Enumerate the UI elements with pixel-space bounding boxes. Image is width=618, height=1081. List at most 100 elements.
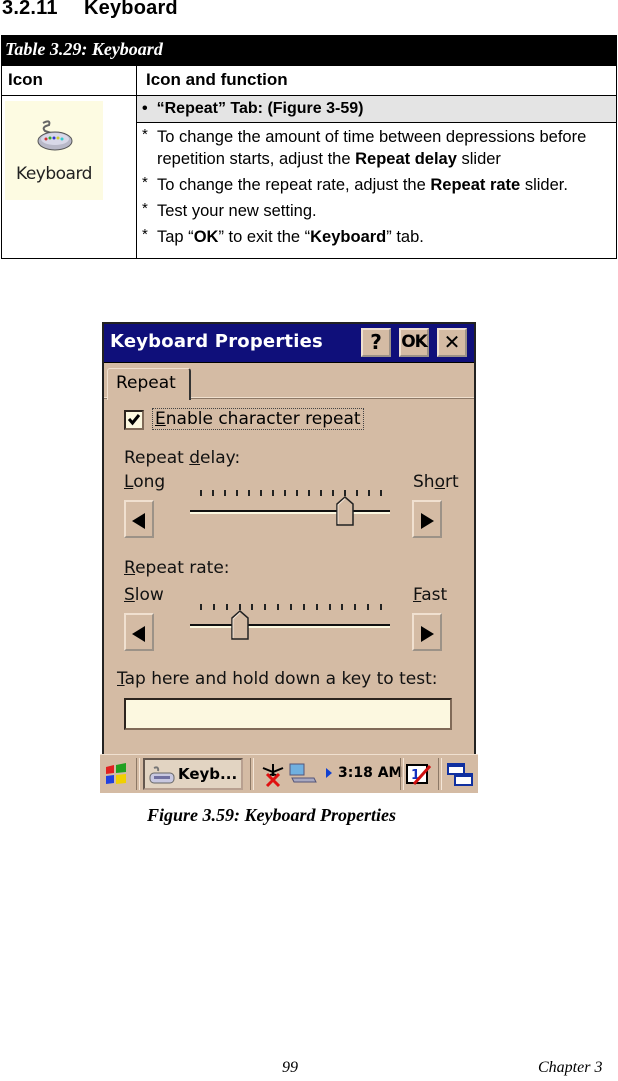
keyboard-table: Table 3.29: Keyboard Icon Icon and funct… [1,35,617,259]
taskbar-separator [136,758,140,790]
step-marker: * [142,226,148,243]
slider-tick [284,490,286,496]
taskbar-keyboard-task[interactable]: Keyb... [143,758,243,790]
step-text: To change the repeat rate, adjust the [157,176,431,194]
delay-increase-button[interactable] [412,500,442,538]
step-text: ” to exit the “ [218,228,311,246]
step-marker: * [142,126,148,143]
function-heading-text: “Repeat” Tab: (Figure 3-59) [156,100,364,117]
repeat-delay-slider[interactable] [190,490,390,535]
enable-repeat-label[interactable]: Enable character repeat [152,408,364,430]
slider-tick [320,490,322,496]
left-arrow-icon [132,513,145,529]
repeat-rate-label: Repeat rate: [124,558,230,578]
column-header-function: Icon and function [136,65,617,96]
label-text: nable character repeat [165,409,361,429]
mnemonic: F [413,585,422,605]
label-text: rt [444,472,459,492]
slider-tick [200,490,202,496]
step-marker: * [142,200,148,217]
function-heading: • “Repeat” Tab: (Figure 3-59) [137,96,616,123]
delay-decrease-button[interactable] [124,500,154,538]
keyboard-icon [149,766,175,784]
section-title: Keyboard [84,0,178,19]
start-button-icon[interactable] [104,763,128,785]
mnemonic: E [155,409,166,429]
enable-repeat-checkbox[interactable] [124,410,144,430]
right-arrow-icon [421,626,434,642]
label-text: ast [421,585,448,605]
label-text: ong [133,472,166,492]
task-label: Keyb... [178,765,238,783]
clock[interactable]: 3:18 AM [338,765,402,781]
right-arrow-icon [421,513,434,529]
slider-track [190,624,390,628]
label-text: Repeat [124,448,190,468]
slider-tick [315,604,318,610]
steps-list: * To change the amount of time between de… [137,123,616,258]
slider-tick [354,604,357,610]
slider-tick [380,490,382,496]
slider-tick [296,490,298,496]
switch-windows-icon[interactable] [446,762,474,788]
slider-tick [332,490,334,496]
slider-tick [368,490,370,496]
step-bold: Repeat delay [355,150,457,168]
function-cell: • “Repeat” Tab: (Figure 3-59) * To change … [136,95,617,259]
mnemonic: o [434,472,445,492]
slider-thumb[interactable] [230,610,249,640]
ok-button[interactable]: OK [399,328,429,357]
slider-tick [290,604,292,610]
keyboard-icon [37,120,73,151]
test-input[interactable] [124,698,452,730]
close-button[interactable]: ✕ [437,328,467,357]
keyboard-properties-dialog: Keyboard Properties ? OK ✕ Repeat Enable… [102,322,476,792]
step-item: * Tap “OK” to exit the “Keyboard” tab. [137,226,616,248]
slider-tick [341,604,344,610]
taskbar: Keyb... 3:18 AM 1 [100,754,478,793]
connectivity-disconnected-icon[interactable] [260,762,286,788]
expand-arrow-icon[interactable] [326,768,332,778]
slider-tick [251,604,254,610]
rate-fast-label: Fast [413,585,447,605]
delay-long-label: Long [124,472,165,492]
slider-tick [356,490,358,496]
dialog-titlebar: Keyboard Properties ? OK ✕ [104,324,474,363]
slider-tick [248,490,250,496]
repeat-rate-slider[interactable] [190,604,390,649]
slider-tick [260,490,262,496]
slider-tick [272,490,274,496]
delay-short-label: Short [413,472,459,492]
step-bold: OK [193,228,219,246]
slider-tick [367,604,370,610]
step-text: Tap “ [157,228,194,246]
step-bold: Repeat rate [430,176,521,194]
chapter-label: Chapter 3 [538,1059,603,1076]
network-computer-icon[interactable] [288,762,318,786]
step-item: * To change the amount of time between de… [137,126,616,170]
tab-repeat[interactable]: Repeat [107,368,191,400]
slider-thumb[interactable] [336,496,354,526]
help-button[interactable]: ? [361,328,391,357]
icon-label: Keyboard [16,164,92,184]
step-text: Test your new setting. [157,202,317,220]
section-heading: 3.2.11 Keyboard [2,0,178,20]
rate-decrease-button[interactable] [124,613,154,651]
label-text: elay: [200,448,241,468]
step-item: * Test your new setting. [137,200,616,222]
slider-tick [302,604,305,610]
step-text: slider. [520,176,568,194]
step-marker: * [142,174,148,191]
rate-increase-button[interactable] [412,613,442,651]
label-text: ap here and hold down a key to test: [124,669,438,689]
slider-tick [380,604,382,610]
repeat-delay-label: Repeat delay: [124,448,240,468]
step-text: slider [456,150,501,168]
input-panel-icon[interactable]: 1 [406,762,432,786]
taskbar-separator [250,758,254,790]
slider-tick [224,490,226,496]
taskbar-separator [400,758,404,790]
slider-tick [212,604,215,610]
label-text: epeat rate: [135,558,230,578]
table-caption: Table 3.29: Keyboard [1,35,617,66]
